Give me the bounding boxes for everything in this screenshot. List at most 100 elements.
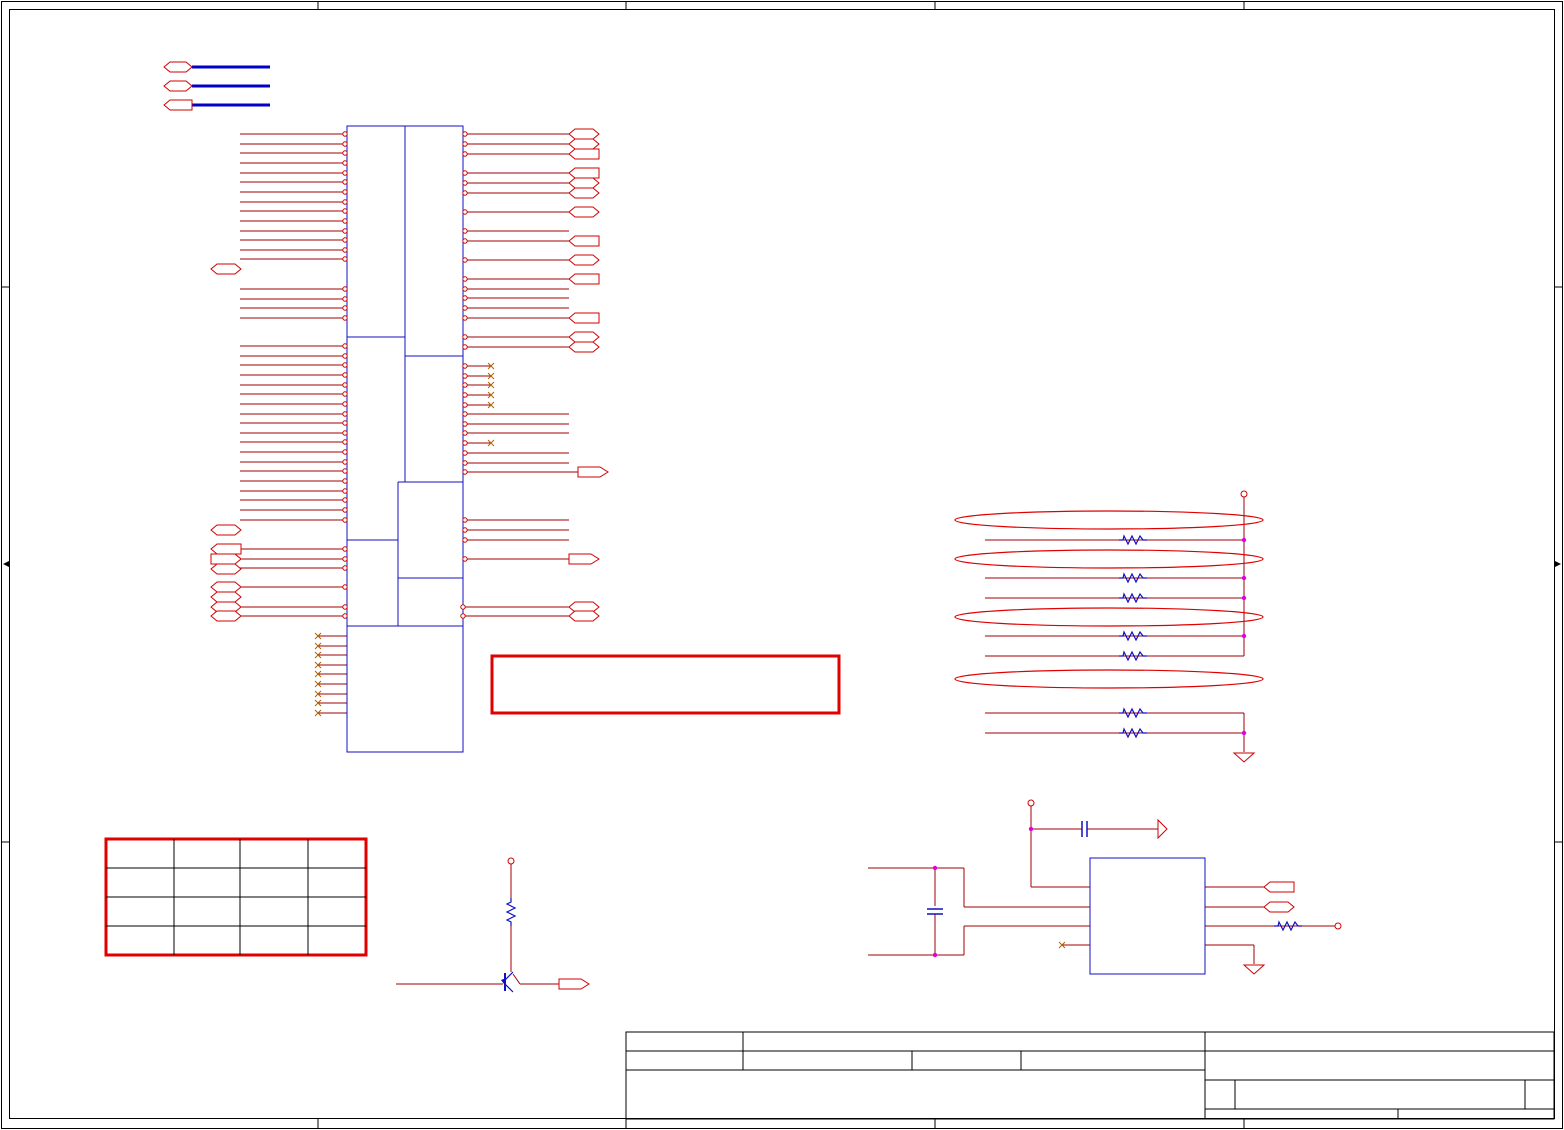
off-page-connector-icon — [568, 341, 600, 353]
off-page-connector-icon — [568, 167, 600, 179]
pin-dot — [342, 497, 348, 503]
pin-dot — [462, 209, 468, 215]
pin-dot — [462, 315, 468, 321]
net-wire — [512, 973, 521, 985]
off-page-connector-icon — [163, 80, 193, 92]
pin-dot — [342, 459, 348, 465]
pin-dot — [342, 343, 348, 349]
pin-dot — [342, 256, 348, 262]
off-page-connector-icon — [568, 553, 600, 565]
off-page-connector-icon — [210, 591, 242, 603]
zone-arrow-icon — [3, 561, 9, 567]
pin-dot — [342, 488, 348, 494]
pin-dot — [462, 373, 468, 379]
pin-dot — [462, 537, 468, 543]
pin-dot — [462, 421, 468, 427]
resistor-icon — [505, 898, 517, 926]
junction-dot — [1241, 595, 1247, 601]
pin-dot — [462, 334, 468, 340]
pin-dot — [462, 556, 468, 562]
off-page-connector-icon — [210, 263, 242, 275]
pin-dot — [342, 391, 348, 397]
wires — [192, 65, 1336, 985]
highlight-ellipse — [954, 669, 1264, 689]
zone-arrow-icon — [1555, 561, 1561, 567]
junction-dot — [1241, 730, 1247, 736]
highlight-ellipse — [954, 607, 1264, 627]
junction-dot — [1241, 633, 1247, 639]
pin-dot — [462, 517, 468, 523]
connectors — [163, 61, 1295, 990]
pin-dot — [462, 527, 468, 533]
off-page-connector-icon — [568, 148, 600, 160]
pin-dot — [342, 296, 348, 302]
highlight-ellipse — [954, 510, 1264, 530]
pin-dot — [342, 199, 348, 205]
pin-dot — [462, 382, 468, 388]
pin-dot — [462, 440, 468, 446]
off-page-connector-icon — [568, 610, 600, 622]
pin-dot — [462, 295, 468, 301]
pin-dot — [342, 546, 348, 552]
npn-transistor-icon — [504, 971, 514, 981]
pin-dot — [462, 276, 468, 282]
pin-dot — [462, 141, 468, 147]
pin-dot — [462, 180, 468, 186]
pin-dot — [342, 228, 348, 234]
pin-dot — [462, 402, 468, 408]
pin-dot — [462, 238, 468, 244]
off-page-connector-icon — [568, 206, 600, 218]
inner-border — [9, 9, 1555, 1119]
ground-icon — [1157, 818, 1168, 840]
pin-dot — [342, 430, 348, 436]
pin-dot — [342, 420, 348, 426]
pin-dot — [342, 468, 348, 474]
pin-dot — [342, 411, 348, 417]
pin-dot — [342, 478, 348, 484]
off-page-connector-icon — [163, 99, 193, 111]
off-page-connector-icon — [577, 466, 609, 478]
pin-dot — [460, 604, 466, 610]
pin-dot — [342, 449, 348, 455]
pin-dot — [342, 208, 348, 214]
pin-dot — [342, 131, 348, 137]
off-page-connector-icon — [210, 563, 242, 575]
pin-dot — [342, 382, 348, 388]
title-block — [625, 1031, 1555, 1120]
pin-dot — [342, 439, 348, 445]
pin-dot — [462, 170, 468, 176]
pin-dot — [462, 151, 468, 157]
pin-dot — [342, 247, 348, 253]
ground-icon — [1242, 964, 1266, 975]
pin-dot — [342, 160, 348, 166]
pin-dot — [342, 189, 348, 195]
junction-dot — [1241, 575, 1247, 581]
power-port-icon — [1027, 799, 1035, 807]
pin-dot — [342, 237, 348, 243]
off-page-connector-icon — [210, 581, 242, 593]
off-page-connector-icon — [558, 978, 590, 990]
pin-dot — [462, 392, 468, 398]
pin-dot — [342, 517, 348, 523]
off-page-connector-icon — [568, 254, 600, 266]
pin-dot — [342, 305, 348, 311]
pin-dot — [462, 305, 468, 311]
pin-dot — [342, 141, 348, 147]
pin-dot — [342, 353, 348, 359]
npn-transistor-icon — [504, 983, 514, 993]
pin-dot — [462, 430, 468, 436]
pin-dot — [342, 170, 348, 176]
off-page-connector-icon — [568, 331, 600, 343]
off-page-connector-icon — [1263, 901, 1295, 913]
off-page-connector-icon — [210, 610, 242, 622]
pin-dot — [342, 604, 348, 610]
junction-dot — [1241, 537, 1247, 543]
off-page-connector-icon — [163, 61, 193, 73]
pin-dot — [342, 315, 348, 321]
off-page-connector-icon — [568, 312, 600, 324]
off-page-connector-icon — [568, 273, 600, 285]
off-page-connector-icon — [210, 553, 242, 565]
note-box — [490, 654, 841, 715]
pin-dot — [342, 507, 348, 513]
power-port-icon — [1334, 922, 1342, 930]
